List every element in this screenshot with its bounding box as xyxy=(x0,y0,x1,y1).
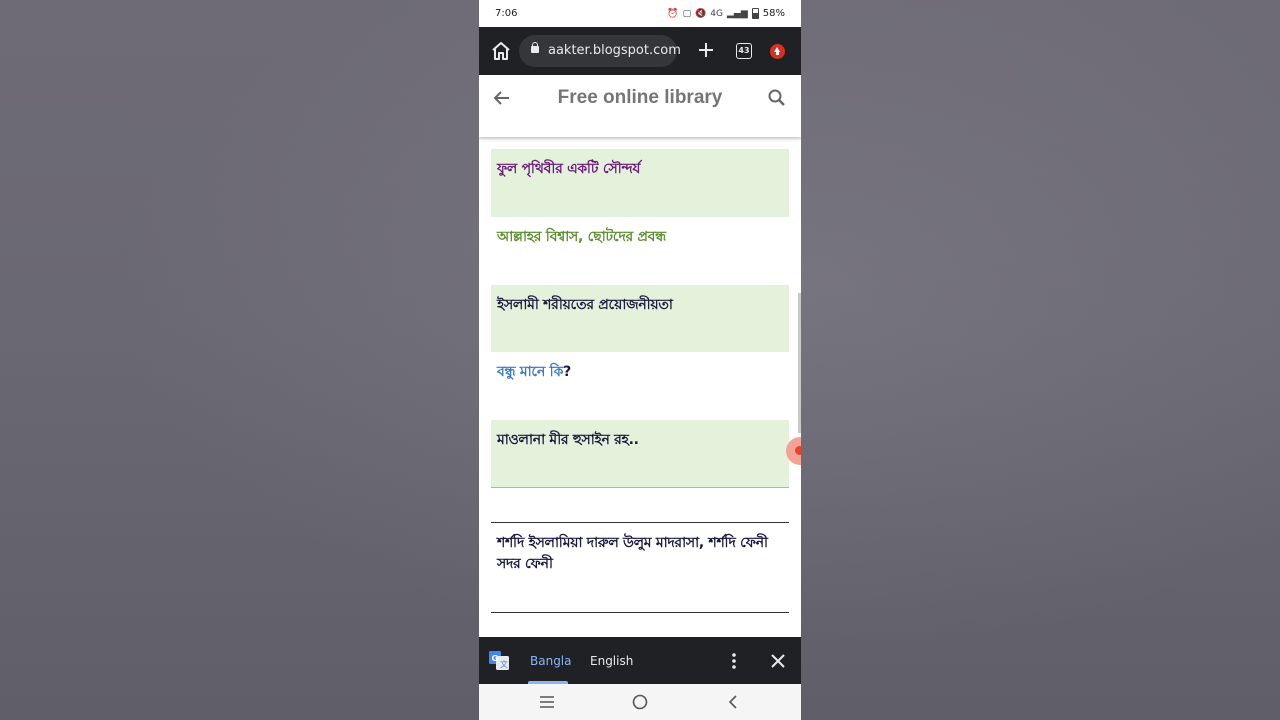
url-text: aakter.blogspot.com xyxy=(548,43,681,58)
tab-source-language[interactable]: Bangla xyxy=(530,654,572,668)
system-nav-bar xyxy=(479,684,801,720)
post-title[interactable]: আল্লাহর বিশ্বাস, ছোটদের প্রবন্ধ xyxy=(497,227,783,248)
status-bar: 7:06 ⏰ ▢ 🔇 4G ▂▄▆ 58% xyxy=(479,0,801,27)
svg-text:G: G xyxy=(492,654,499,663)
post-title[interactable]: মাওলানা মীর হুসাইন রহ.. xyxy=(497,430,783,451)
list-item[interactable]: শর্শদি ইসলামিয়া দারুল উলুম মাদরাসা, শর্… xyxy=(491,523,789,611)
tab-target-language[interactable]: English xyxy=(590,654,633,668)
back-nav-icon[interactable] xyxy=(724,693,742,711)
scrollbar[interactable] xyxy=(798,293,801,433)
status-icons: ⏰ ▢ 🔇 4G ▂▄▆ 58% xyxy=(667,8,785,19)
network-type: 4G xyxy=(710,8,723,19)
home-icon[interactable] xyxy=(489,39,513,63)
battery-level: 58% xyxy=(762,7,785,19)
home-nav-icon[interactable] xyxy=(631,693,649,711)
signal-icon: ▂▄▆ xyxy=(727,8,748,19)
more-vert-icon[interactable] xyxy=(727,651,741,671)
post-title[interactable]: শর্শদি ইসলামিয়া দারুল উলুম মাদরাসা, শর্… xyxy=(497,533,783,575)
list-item[interactable]: বন্ধু মানে কি? xyxy=(491,352,789,420)
google-translate-icon: G 文 xyxy=(489,651,509,670)
svg-text:文: 文 xyxy=(500,659,508,669)
post-title-suffix: ? xyxy=(563,364,571,380)
post-title-link[interactable]: বন্ধু মানে কি xyxy=(497,364,563,380)
blog-header: Free online library xyxy=(479,75,801,137)
list-item[interactable]: ফুল পৃথিবীর একটি সৌন্দর্য xyxy=(491,149,789,217)
translate-bar: G 文 Bangla English xyxy=(479,637,801,684)
list-item[interactable]: ইসলামী শরীয়তের প্রয়োজনীয়তা xyxy=(491,285,789,352)
divider xyxy=(491,612,789,613)
address-bar[interactable]: aakter.blogspot.com xyxy=(519,35,681,67)
tab-switcher-button[interactable]: 43 xyxy=(736,43,752,59)
browser-toolbar: aakter.blogspot.com 43 xyxy=(479,27,801,75)
close-icon[interactable] xyxy=(769,652,787,670)
search-icon[interactable] xyxy=(766,87,788,109)
list-item[interactable]: আল্লাহর বিশ্বাস, ছোটদের প্রবন্ধ xyxy=(491,217,789,285)
recent-apps-icon[interactable] xyxy=(538,693,556,711)
post-title[interactable]: ইসলামী শরীয়তের প্রয়োজনীয়তা xyxy=(497,295,783,316)
phone-screen: 7:06 ⏰ ▢ 🔇 4G ▂▄▆ 58% aakter.blogspot.co… xyxy=(479,0,801,720)
page-title: Free online library xyxy=(557,87,723,108)
status-time: 7:06 xyxy=(495,8,518,19)
battery-icon xyxy=(751,8,759,19)
cast-icon: ▢ xyxy=(682,8,692,19)
update-icon[interactable] xyxy=(770,44,785,59)
post-title[interactable]: ফুল পৃথিবীর একটি সৌন্দর্য xyxy=(497,159,783,180)
lock-icon xyxy=(531,42,539,53)
mute-icon: 🔇 xyxy=(695,8,707,19)
alarm-icon: ⏰ xyxy=(667,8,679,19)
post-list: ফুল পৃথিবীর একটি সৌন্দর্য আল্লাহর বিশ্বা… xyxy=(479,137,801,637)
new-tab-icon[interactable] xyxy=(695,39,717,61)
post-title[interactable]: বন্ধু মানে কি? xyxy=(497,362,783,383)
list-item[interactable]: মাওলানা মীর হুসাইন রহ.. xyxy=(491,420,789,488)
